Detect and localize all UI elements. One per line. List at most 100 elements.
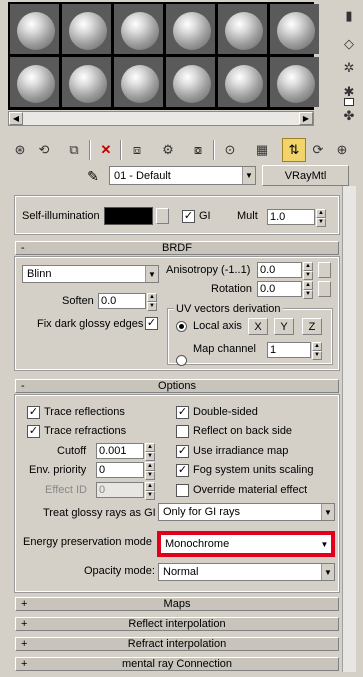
map-channel-radio[interactable] [176, 355, 187, 366]
trace-reflections-checkbox[interactable]: ✓ [27, 406, 40, 419]
eyedropper-icon[interactable]: ✎ [84, 167, 102, 185]
make-unique-icon[interactable]: ⚙ [158, 140, 178, 160]
mult-spinner[interactable]: ▲ ▼ [316, 209, 326, 227]
slots-scrollbar[interactable]: ◀ ▶ [8, 111, 314, 126]
local-axis-radio[interactable] [176, 321, 187, 332]
copy-material-icon[interactable]: ⧈ [127, 140, 147, 160]
brdf-type-dropdown[interactable]: Blinn ▼ [22, 265, 159, 283]
material-slot[interactable] [218, 57, 267, 107]
material-slot[interactable] [114, 4, 163, 54]
gi-checkbox[interactable]: ✓ [182, 210, 195, 223]
mult-input[interactable]: 1.0 [267, 209, 315, 225]
axis-x-label: X [254, 320, 262, 333]
soften-label: Soften [62, 295, 94, 307]
material-slot[interactable] [62, 4, 111, 54]
self-illumination-label: Self-illumination [22, 210, 100, 222]
anisotropy-input[interactable]: 0.0 [257, 262, 302, 278]
anisotropy-value: 0.0 [260, 264, 276, 276]
material-slot[interactable] [10, 4, 59, 54]
self-illumination-map-button[interactable] [156, 208, 169, 224]
backlight-icon[interactable] [344, 98, 354, 106]
sphere-preview [17, 12, 55, 50]
material-type-button[interactable]: VRayMtl [262, 165, 349, 186]
map-channel-spinner[interactable]: ▲ ▼ [312, 342, 322, 360]
get-material-icon[interactable]: ⊛ [10, 140, 30, 160]
material-slot[interactable] [114, 57, 163, 107]
env-priority-spinner[interactable]: ▲ ▼ [145, 462, 155, 480]
sphere-preview [225, 65, 263, 103]
fog-units-checkbox[interactable]: ✓ [176, 464, 189, 477]
env-priority-input[interactable]: 0 [96, 462, 144, 478]
expand-sign: + [21, 598, 28, 610]
refract-interpolation-rollout-header[interactable]: + Refract interpolation [15, 637, 339, 651]
sphere-preview [277, 65, 315, 103]
scroll-right-icon[interactable]: ▶ [299, 112, 313, 125]
anisotropy-spinner[interactable]: ▲ ▼ [303, 262, 313, 280]
energy-preservation-label: Energy preservation mode [23, 536, 153, 548]
reflect-back-checkbox[interactable] [176, 425, 189, 438]
fix-dark-checkbox[interactable]: ✓ [145, 317, 158, 330]
put-to-library-icon[interactable]: ⧇ [188, 140, 208, 160]
brdf-rollout-header[interactable]: - BRDF [15, 241, 339, 255]
material-slot[interactable] [270, 57, 319, 107]
maps-rollout-header[interactable]: + Maps [15, 597, 339, 611]
rotation-input[interactable]: 0.0 [257, 281, 302, 297]
sphere-preview [17, 65, 55, 103]
scroll-left-icon[interactable]: ◀ [9, 112, 23, 125]
material-slot[interactable] [166, 4, 215, 54]
material-slot[interactable] [166, 57, 215, 107]
cutoff-input[interactable]: 0.001 [96, 443, 144, 459]
anisotropy-map-button[interactable] [318, 262, 331, 278]
material-slot[interactable] [62, 57, 111, 107]
soften-input[interactable]: 0.0 [98, 293, 146, 309]
energy-preservation-value: Monochrome [165, 538, 230, 550]
reflect-interpolation-rollout-header[interactable]: + Reflect interpolation [15, 617, 339, 631]
options-title: Options [158, 380, 196, 392]
trace-reflections-label: Trace reflections [44, 406, 125, 418]
options-rollout-header[interactable]: - Options [15, 379, 339, 393]
go-forward-icon[interactable]: ⊕ [332, 140, 352, 160]
chevron-down-icon: ▼ [321, 504, 334, 520]
material-name-dropdown[interactable]: 01 - Default ▼ [109, 166, 256, 185]
panel-scrollbar[interactable] [342, 186, 356, 672]
effect-id-input[interactable]: 0 [96, 482, 144, 498]
trace-refractions-checkbox[interactable]: ✓ [27, 425, 40, 438]
rollout-title: Refract interpolation [127, 638, 227, 650]
axis-z-button[interactable]: Z [302, 318, 322, 335]
material-slot[interactable] [10, 57, 59, 107]
mental-ray-rollout-header[interactable]: + mental ray Connection [15, 657, 339, 671]
eraser-icon[interactable]: ◇ [341, 36, 357, 52]
material-id-icon[interactable]: ⊙ [220, 140, 240, 160]
use-irradiance-checkbox[interactable]: ✓ [176, 445, 189, 458]
axis-y-button[interactable]: Y [274, 318, 294, 335]
self-illumination-color-swatch[interactable] [104, 207, 153, 225]
glossy-gi-dropdown[interactable]: Only for GI rays ▼ [158, 503, 335, 521]
sphere-preview [69, 65, 107, 103]
background-icon[interactable]: ✲ [341, 60, 357, 76]
expand-sign: + [21, 658, 28, 670]
assign-to-selection-icon[interactable]: ⧉ [64, 140, 84, 160]
energy-preservation-dropdown[interactable]: Monochrome ▼ [157, 531, 335, 557]
rotation-map-button[interactable] [318, 281, 331, 297]
material-slot[interactable] [218, 4, 267, 54]
rotation-spinner[interactable]: ▲ ▼ [303, 281, 313, 299]
override-effect-checkbox[interactable] [176, 484, 189, 497]
video-check-icon[interactable]: ✤ [341, 108, 357, 124]
show-end-result-icon[interactable]: ⇅ [282, 138, 306, 162]
effect-id-value: 0 [99, 484, 106, 496]
opacity-mode-dropdown[interactable]: Normal ▼ [158, 563, 335, 581]
soften-spinner[interactable]: ▲ ▼ [147, 293, 157, 311]
put-to-scene-icon[interactable]: ⟲ [34, 140, 54, 160]
material-slot[interactable] [270, 4, 319, 54]
cutoff-spinner[interactable]: ▲ ▼ [145, 443, 155, 461]
map-channel-input[interactable]: 1 [267, 342, 311, 358]
show-map-icon[interactable]: ▦ [252, 140, 272, 160]
rotation-label: Rotation [211, 283, 252, 295]
axis-x-button[interactable]: X [248, 318, 268, 335]
effect-id-spinner[interactable]: ▲ ▼ [145, 482, 155, 500]
reset-map-icon[interactable]: ✕ [96, 140, 116, 160]
sample-type-icon[interactable]: ▮ [341, 8, 357, 24]
double-sided-checkbox[interactable]: ✓ [176, 406, 189, 419]
material-type-label: VRayMtl [284, 169, 327, 182]
go-to-parent-icon[interactable]: ⟳ [308, 140, 328, 160]
